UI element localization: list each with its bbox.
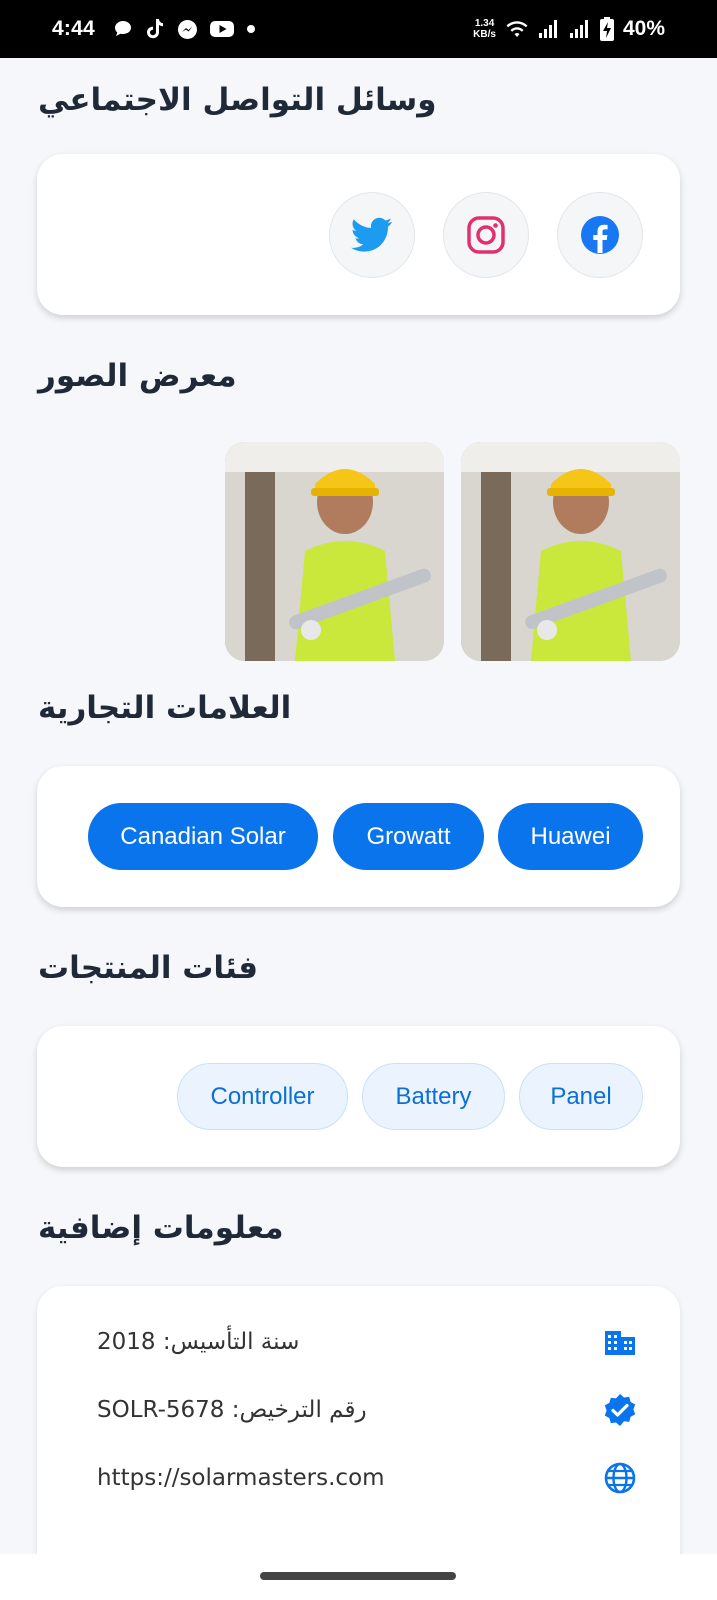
- network-speed: 1.34 KB/s: [473, 18, 496, 40]
- network-speed-value: 1.34: [474, 18, 495, 29]
- network-speed-unit: KB/s: [473, 29, 496, 40]
- brands-section-title: العلامات التجارية: [38, 690, 292, 726]
- info-row-website[interactable]: https://solarmasters.com: [97, 1458, 637, 1498]
- status-left: 4:44: [52, 17, 256, 41]
- globe-icon: [603, 1461, 637, 1495]
- store-profile-content[interactable]: وسائل التواصل الاجتماعي معرض الصور العلا…: [0, 58, 717, 1554]
- website-link[interactable]: https://solarmasters.com: [97, 1465, 385, 1491]
- twitter-button[interactable]: [329, 192, 415, 278]
- gallery-image[interactable]: [225, 442, 444, 661]
- youtube-icon: [209, 21, 234, 37]
- info-card: سنة التأسيس: 2018 رقم الترخيص: SOLR-5678…: [37, 1286, 680, 1554]
- info-row-founded: سنة التأسيس: 2018: [97, 1322, 637, 1362]
- category-chip[interactable]: Controller: [177, 1063, 348, 1130]
- instagram-button[interactable]: [443, 192, 529, 278]
- system-navigation-bar: [0, 1554, 717, 1600]
- verified-icon: [603, 1393, 637, 1427]
- founded-year-text: سنة التأسيس: 2018: [97, 1329, 300, 1355]
- battery-charging-icon: [599, 17, 614, 41]
- gallery-image[interactable]: [461, 442, 680, 661]
- facebook-button[interactable]: [557, 192, 643, 278]
- instagram-icon: [467, 216, 505, 254]
- social-section-title: وسائل التواصل الاجتماعي: [38, 82, 437, 118]
- category-chip[interactable]: Battery: [362, 1063, 505, 1130]
- signal-icon-2: [569, 20, 588, 38]
- social-card: [37, 154, 680, 315]
- license-number-text: رقم الترخيص: SOLR-5678: [97, 1397, 367, 1423]
- building-icon: [603, 1325, 637, 1359]
- notification-dot-icon: [246, 25, 255, 33]
- brand-chip[interactable]: Growatt: [333, 803, 484, 870]
- chat-icon: [114, 21, 131, 36]
- status-right: 1.34 KB/s 40%: [473, 17, 665, 41]
- category-chip[interactable]: Panel: [519, 1063, 643, 1130]
- messenger-icon: [177, 19, 197, 39]
- categories-card: Panel Battery Controller: [37, 1026, 680, 1167]
- info-section-title: معلومات إضافية: [38, 1210, 284, 1246]
- worker-photo-placeholder: [225, 442, 444, 661]
- status-time: 4:44: [52, 17, 95, 40]
- home-gesture-handle[interactable]: [260, 1572, 456, 1580]
- status-bar: 4:44 1.34 KB/s 40%: [0, 0, 717, 58]
- info-row-license: رقم الترخيص: SOLR-5678: [97, 1390, 637, 1430]
- brands-card: Huawei Growatt Canadian Solar: [37, 766, 680, 907]
- brand-chip[interactable]: Canadian Solar: [88, 803, 318, 870]
- categories-section-title: فئات المنتجات: [38, 950, 259, 986]
- tiktok-icon: [146, 19, 163, 39]
- worker-photo-placeholder: [461, 442, 680, 661]
- brand-chip[interactable]: Huawei: [498, 803, 643, 870]
- gallery-section-title: معرض الصور: [38, 358, 237, 394]
- twitter-icon: [351, 217, 393, 252]
- wifi-icon: [506, 21, 528, 37]
- facebook-icon: [581, 216, 619, 254]
- signal-icon: [538, 20, 557, 38]
- battery-percentage: 40%: [622, 17, 665, 40]
